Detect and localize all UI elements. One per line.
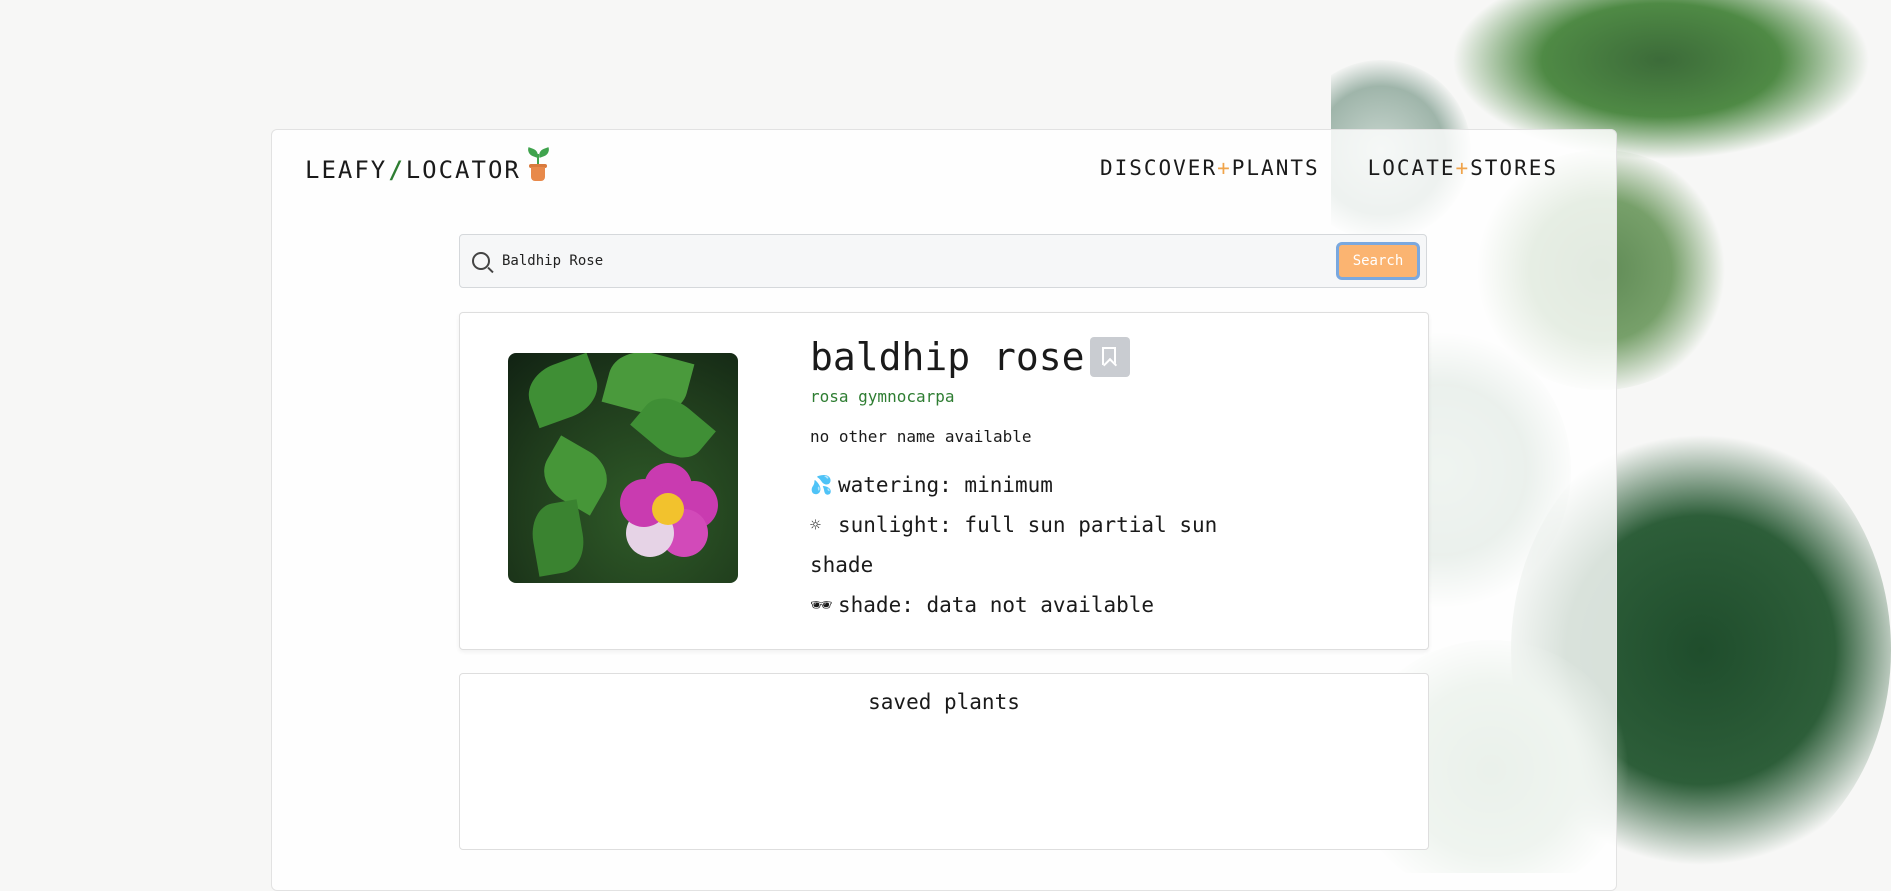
plant-scientific-name: rosa gymnocarpa	[810, 387, 955, 406]
sunlight-text-cont: shade	[810, 553, 874, 577]
plant-other-name: no other name available	[810, 427, 1032, 446]
saved-plants-title: saved plants	[868, 690, 1020, 714]
sunlight-text: sunlight: full sun partial sun	[838, 513, 1218, 537]
nav-discover-text: DISCOVER	[1099, 156, 1218, 180]
nav-star: +	[1217, 156, 1232, 180]
nav-locate-text: LOCATE	[1367, 156, 1456, 180]
sun-icon: ☼	[810, 514, 821, 536]
plant-card: baldhip rose rosa gymnocarpa no other na…	[459, 312, 1429, 650]
nav-plants-text: PLANTS	[1231, 156, 1320, 180]
flower	[620, 463, 718, 557]
shade-text: shade: data not available	[838, 593, 1155, 617]
plant-photo	[508, 353, 738, 583]
bookmark-button[interactable]	[1090, 337, 1130, 377]
plant-common-name: baldhip rose	[810, 335, 1085, 379]
sunglasses-icon: 🕶	[810, 594, 833, 616]
saved-plants-panel: saved plants	[459, 673, 1429, 850]
search-bar: Search	[459, 234, 1427, 288]
brand-slash: /	[388, 156, 405, 184]
brand-left: LEAFY	[305, 156, 388, 184]
watering-icon: 💦	[810, 474, 833, 496]
search-input[interactable]	[500, 252, 1336, 270]
nav-discover-plants[interactable]: DISCOVER+PLANTS	[1100, 156, 1320, 180]
top-nav: DISCOVER+PLANTS LOCATE+STORES	[1100, 156, 1558, 180]
brand-logo[interactable]: LEAFY / LOCATOR	[305, 147, 551, 184]
nav-stores-text: STORES	[1470, 156, 1558, 180]
watering-text: watering: minimum	[838, 473, 1053, 497]
nav-locate-stores[interactable]: LOCATE+STORES	[1368, 156, 1558, 180]
brand-right: LOCATOR	[405, 156, 521, 184]
shade-row: 🕶 shade: data not available	[810, 593, 1154, 617]
sunlight-row: ☼ sunlight: full sun partial sun	[810, 513, 1217, 537]
watering-row: 💦 watering: minimum	[810, 473, 1053, 497]
main-panel: LEAFY / LOCATOR DISCOVER+PLANTS LOCATE+S…	[271, 129, 1617, 891]
search-icon	[472, 252, 490, 270]
potted-plant-icon	[525, 147, 551, 181]
bookmark-icon	[1102, 347, 1116, 365]
search-button[interactable]: Search	[1336, 242, 1420, 280]
nav-star: +	[1455, 156, 1471, 180]
sunlight-row-continued: shade	[810, 553, 873, 577]
